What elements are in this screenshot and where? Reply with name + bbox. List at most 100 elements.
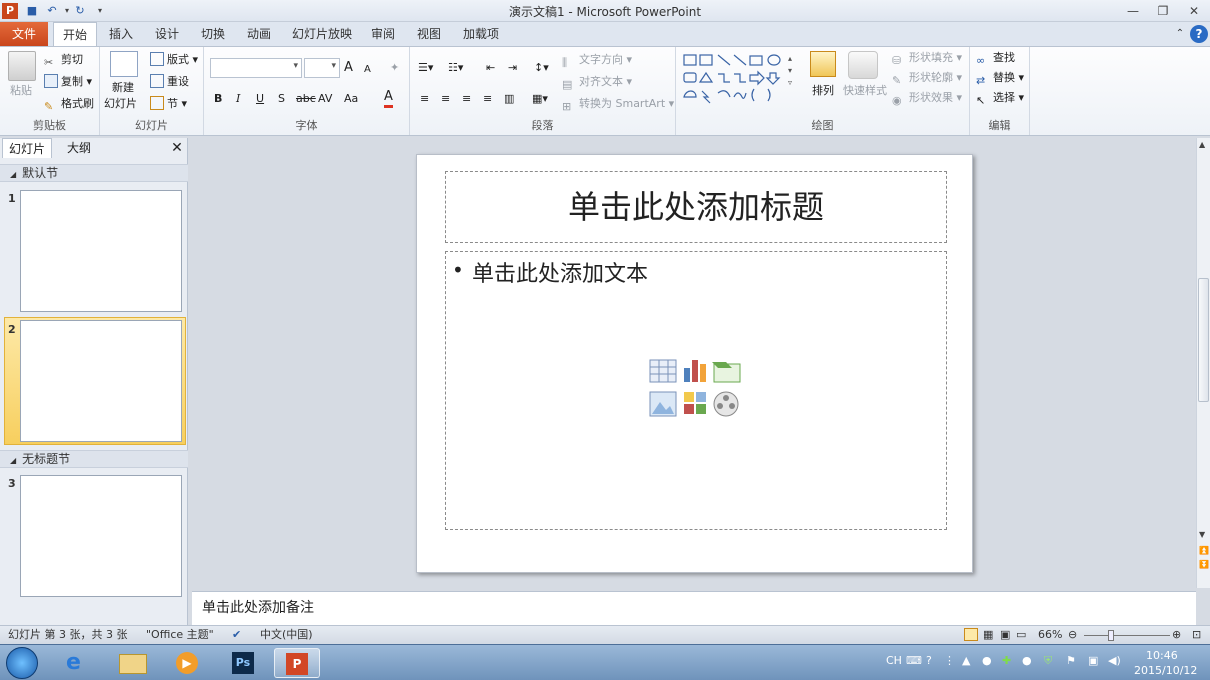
format-painter-button[interactable]: ✎ 格式刷 <box>44 96 94 113</box>
shape-effects-button[interactable]: ◉ 形状效果 ▾ <box>892 90 962 107</box>
insert-clipart-icon[interactable] <box>684 392 706 414</box>
slide-thumbnail-1[interactable] <box>20 190 182 312</box>
scroll-up-icon[interactable]: ▲ <box>1199 140 1205 149</box>
tab-animations[interactable]: 动画 <box>238 22 280 46</box>
theme-status[interactable]: "Office 主题" <box>146 626 214 644</box>
zoom-level[interactable]: 66% <box>1038 626 1062 644</box>
tab-insert[interactable]: 插入 <box>100 22 142 46</box>
shape-outline-button[interactable]: ✎ 形状轮廓 ▾ <box>892 70 962 87</box>
paste-icon[interactable] <box>8 51 36 81</box>
taskbar-ie-icon[interactable]: e <box>56 648 102 678</box>
section-header-default[interactable]: ◢ 默认节 <box>0 164 188 182</box>
shape-fill-button[interactable]: ⛁ 形状填充 ▾ <box>892 50 962 67</box>
help-tray-icon[interactable]: ? <box>926 654 932 667</box>
section-collapse-icon[interactable]: ◢ <box>10 456 16 465</box>
tab-view[interactable]: 视图 <box>408 22 450 46</box>
next-slide-icon[interactable]: ⏬ <box>1199 560 1209 569</box>
find-button[interactable]: ∞ 查找 <box>976 50 1015 67</box>
align-left-icon[interactable]: ≡ <box>420 91 429 107</box>
security-shield-icon[interactable]: ⛨ <box>1044 654 1052 668</box>
network-flag-icon[interactable]: ⚑ <box>1066 654 1076 667</box>
insert-table-icon[interactable] <box>649 359 677 383</box>
zoom-slider-track[interactable] <box>1084 635 1170 636</box>
scroll-thumb[interactable] <box>1198 278 1209 402</box>
quick-styles-icon[interactable] <box>848 51 878 79</box>
slide-canvas[interactable]: 单击此处添加标题 • 单击此处添加文本 <box>416 154 973 573</box>
align-right-icon[interactable]: ≡ <box>462 91 471 107</box>
section-button[interactable]: 节 ▾ <box>150 96 187 112</box>
clock-date[interactable]: 2015/10/12 <box>1134 664 1197 677</box>
zoom-in-icon[interactable]: ⊕ <box>1172 626 1181 644</box>
line-spacing-icon[interactable]: ↕▾ <box>534 60 549 76</box>
numbering-icon[interactable]: ☷▾ <box>448 60 463 76</box>
restore-icon[interactable]: ❐ <box>1151 2 1175 20</box>
tab-design[interactable]: 设计 <box>146 22 188 46</box>
align-text-button[interactable]: ▤ 对齐文本 ▾ <box>562 74 632 91</box>
start-button-icon[interactable] <box>6 647 38 679</box>
shadow-button[interactable]: S <box>278 91 285 107</box>
show-hidden-icons[interactable]: ▲ <box>962 654 970 667</box>
taskbar-explorer-icon[interactable] <box>110 648 156 678</box>
change-case-button[interactable]: Aa <box>344 91 358 107</box>
section-collapse-icon[interactable]: ◢ <box>10 170 16 179</box>
slide-thumbnail-3[interactable] <box>20 475 182 597</box>
increase-indent-icon[interactable]: ⇥ <box>508 60 517 76</box>
tab-addins[interactable]: 加载项 <box>456 22 506 46</box>
previous-slide-icon[interactable]: ⏫ <box>1199 546 1209 555</box>
tab-review[interactable]: 审阅 <box>362 22 404 46</box>
minimize-icon[interactable]: — <box>1121 2 1145 20</box>
quick-styles-button[interactable]: 快速样式 <box>843 83 887 99</box>
notes-pane[interactable]: 单击此处添加备注 <box>192 591 1196 625</box>
taskbar-powerpoint-icon[interactable]: P <box>274 648 320 678</box>
select-button[interactable]: ↖ 选择 ▾ <box>976 90 1024 107</box>
new-slide-label-2[interactable]: 幻灯片 <box>104 96 137 112</box>
clear-format-icon[interactable]: ✦ <box>390 60 399 76</box>
arrange-icon[interactable] <box>810 51 836 77</box>
help-icon[interactable]: ? <box>1190 25 1208 43</box>
paste-button[interactable]: 粘贴 <box>10 83 32 99</box>
volume-icon[interactable]: ◀) <box>1108 654 1121 667</box>
zoom-out-icon[interactable]: ⊖ <box>1068 626 1077 644</box>
language-status[interactable]: 中文(中国) <box>260 626 313 644</box>
tab-file[interactable]: 文件 <box>0 22 48 46</box>
replace-button[interactable]: ⇄ 替换 ▾ <box>976 70 1024 87</box>
vertical-scrollbar[interactable]: ▲ ▼ ⏫ ⏬ <box>1196 138 1210 588</box>
font-color-button[interactable]: A <box>384 89 393 108</box>
insert-smartart-icon[interactable] <box>712 362 741 383</box>
cut-button[interactable]: ✂ 剪切 <box>44 52 83 69</box>
insert-media-icon[interactable] <box>713 391 739 417</box>
align-center-icon[interactable]: ≡ <box>441 91 450 107</box>
title-placeholder[interactable]: 单击此处添加标题 <box>445 171 947 243</box>
spellcheck-icon[interactable]: ✔ <box>232 626 241 644</box>
tab-transitions[interactable]: 切换 <box>192 22 234 46</box>
slideshow-view-icon[interactable]: ▭ <box>1016 626 1026 644</box>
new-slide-label[interactable]: 新建 <box>112 80 134 96</box>
reading-view-icon[interactable]: ▣ <box>1000 626 1010 644</box>
strikethrough-button[interactable]: abc <box>296 91 316 107</box>
fit-to-window-icon[interactable]: ⊡ <box>1192 626 1201 644</box>
zoom-slider-thumb[interactable] <box>1107 630 1114 641</box>
shrink-font-button[interactable]: A <box>364 62 371 78</box>
ime-options-icon[interactable]: ⋮ <box>944 654 955 667</box>
font-name-combo[interactable]: ▾ <box>210 58 302 78</box>
underline-button[interactable]: U <box>256 91 264 107</box>
network-icon[interactable]: ▣ <box>1088 654 1098 667</box>
content-placeholder[interactable]: • 单击此处添加文本 <box>445 251 947 530</box>
font-size-dropdown-icon[interactable]: ▾ <box>331 61 336 71</box>
keyboard-icon[interactable]: ⌨ <box>906 654 922 667</box>
tab-outline-pane[interactable]: 大纲 <box>54 138 104 158</box>
columns-icon[interactable]: ▦▾ <box>532 91 548 107</box>
insert-chart-icon[interactable] <box>684 360 706 382</box>
distributed-icon[interactable]: ▥ <box>504 91 514 107</box>
taskbar-photoshop-icon[interactable]: Ps <box>220 648 266 678</box>
qq-icon[interactable]: ● <box>982 654 992 667</box>
justify-icon[interactable]: ≡ <box>483 91 492 107</box>
add-icon[interactable]: ✚ <box>1002 654 1011 667</box>
char-spacing-button[interactable]: AV <box>318 91 332 107</box>
ime-indicator[interactable]: CH <box>886 654 902 667</box>
layout-button[interactable]: 版式 ▾ <box>150 52 198 68</box>
bullets-icon[interactable]: ☰▾ <box>418 60 433 76</box>
scroll-down-icon[interactable]: ▼ <box>1199 530 1205 539</box>
reset-button[interactable]: 重设 <box>150 74 189 90</box>
smartart-button[interactable]: ⊞ 转换为 SmartArt ▾ <box>562 96 674 113</box>
